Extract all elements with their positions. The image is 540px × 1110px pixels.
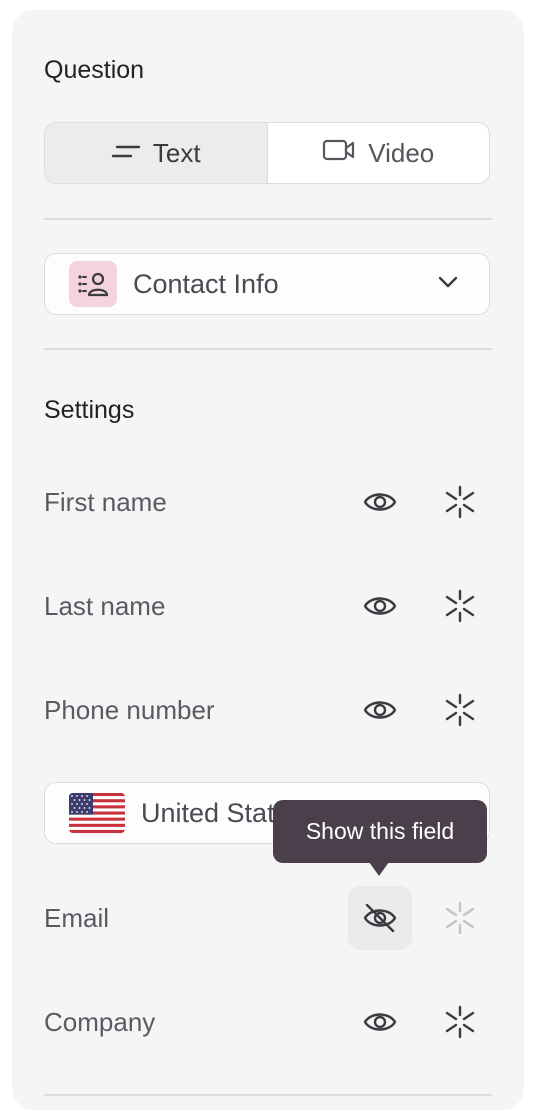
toggle-visibility-button[interactable] bbox=[348, 990, 412, 1054]
eye-icon bbox=[363, 1013, 397, 1031]
toggle-video-label: Video bbox=[368, 137, 435, 168]
text-lines-icon bbox=[111, 138, 141, 169]
field-row-phone-number: Phone number bbox=[44, 680, 490, 740]
toggle-visibility-button[interactable] bbox=[348, 886, 412, 950]
field-row-last-name: Last name bbox=[44, 576, 490, 636]
asterisk-icon bbox=[445, 589, 475, 623]
chevron-down-icon bbox=[437, 274, 459, 295]
asterisk-icon bbox=[445, 693, 475, 727]
asterisk-icon bbox=[445, 901, 475, 935]
required-toggle-button[interactable] bbox=[428, 886, 492, 950]
settings-heading: Settings bbox=[44, 396, 135, 424]
field-label: Phone number bbox=[44, 694, 215, 725]
field-row-company: Company bbox=[44, 992, 490, 1052]
required-toggle-button[interactable] bbox=[428, 470, 492, 534]
toggle-video-option[interactable]: Video bbox=[268, 123, 490, 183]
field-label: First name bbox=[44, 486, 167, 517]
tooltip-text: Show this field bbox=[305, 818, 455, 844]
eye-icon bbox=[363, 701, 397, 719]
question-type-select[interactable]: Contact Info bbox=[44, 253, 490, 315]
eye-icon bbox=[363, 597, 397, 615]
divider bbox=[44, 218, 492, 220]
question-type-label: Contact Info bbox=[133, 268, 279, 299]
eye-icon bbox=[363, 493, 397, 511]
field-label: Company bbox=[44, 1006, 156, 1037]
question-heading: Question bbox=[44, 56, 145, 84]
video-camera-icon bbox=[322, 138, 356, 169]
us-flag-icon bbox=[69, 793, 125, 833]
required-toggle-button[interactable] bbox=[428, 678, 492, 742]
field-label: Last name bbox=[44, 590, 166, 621]
field-label: Email bbox=[44, 902, 110, 933]
asterisk-icon bbox=[445, 1005, 475, 1039]
required-toggle-button[interactable] bbox=[428, 574, 492, 638]
toggle-text-label: Text bbox=[152, 137, 201, 168]
required-toggle-button[interactable] bbox=[428, 990, 492, 1054]
divider bbox=[44, 1094, 492, 1096]
divider bbox=[44, 348, 492, 350]
contact-card-icon bbox=[69, 261, 117, 307]
toggle-visibility-button[interactable] bbox=[348, 678, 412, 742]
tooltip: Show this field bbox=[273, 800, 487, 863]
toggle-visibility-button[interactable] bbox=[348, 574, 412, 638]
tooltip-arrow bbox=[369, 862, 389, 876]
eye-off-icon bbox=[363, 903, 397, 933]
toggle-text-option[interactable]: Text bbox=[45, 123, 268, 183]
question-type-toggle: Text Video bbox=[44, 122, 490, 184]
field-row-first-name: First name bbox=[44, 472, 490, 532]
asterisk-icon bbox=[445, 485, 475, 519]
toggle-visibility-button[interactable] bbox=[348, 470, 412, 534]
field-row-email: Email bbox=[44, 886, 492, 950]
